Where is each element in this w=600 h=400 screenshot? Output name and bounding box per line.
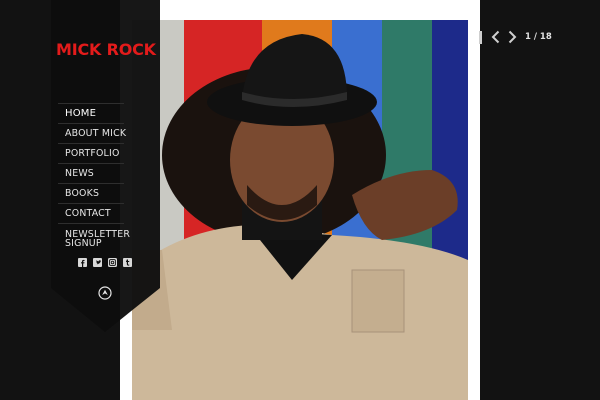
nav-link-books[interactable]: BOOKS [58,189,99,199]
social-links [78,258,132,267]
nav-item-contact[interactable]: CONTACT [58,203,124,223]
site-logo[interactable]: MICK ROCK [56,40,156,59]
twitter-icon[interactable] [93,258,102,267]
instagram-icon[interactable] [108,258,117,267]
chevron-right-icon[interactable] [506,30,518,44]
chevron-left-icon[interactable] [490,30,502,44]
nav-link-contact[interactable]: CONTACT [58,209,111,219]
main-nav: HOME ABOUT MICK PORTFOLIO NEWS BOOKS CON… [58,103,130,254]
nav-link-home[interactable]: HOME [58,109,96,119]
nav-link-about-mick[interactable]: ABOUT MICK [58,129,126,139]
portrait-image [132,20,468,400]
tumblr-icon[interactable] [123,258,132,267]
slide-counter: 1 / 18 [525,32,552,42]
grid-bar-icon[interactable] [479,30,482,44]
gallery-photo[interactable] [132,20,468,400]
nav-item-books[interactable]: BOOKS [58,183,124,203]
facebook-icon[interactable] [78,258,87,267]
nav-item-home[interactable]: HOME [58,103,124,123]
nav-item-portfolio[interactable]: PORTFOLIO [58,143,124,163]
sidebar: MICK ROCK HOME ABOUT MICK PORTFOLIO NEWS… [51,0,160,332]
gallery-controls: 1 / 18 [478,28,552,46]
nav-item-news[interactable]: NEWS [58,163,124,183]
up-arrow-circle-icon[interactable] [98,286,112,300]
nav-item-newsletter-signup[interactable]: NEWSLETTER SIGNUP [58,223,130,254]
nav-link-portfolio[interactable]: PORTFOLIO [58,149,120,159]
nav-link-news[interactable]: NEWS [58,169,94,179]
nav-link-newsletter-signup[interactable]: NEWSLETTER SIGNUP [58,229,130,249]
nav-item-about-mick[interactable]: ABOUT MICK [58,123,126,143]
